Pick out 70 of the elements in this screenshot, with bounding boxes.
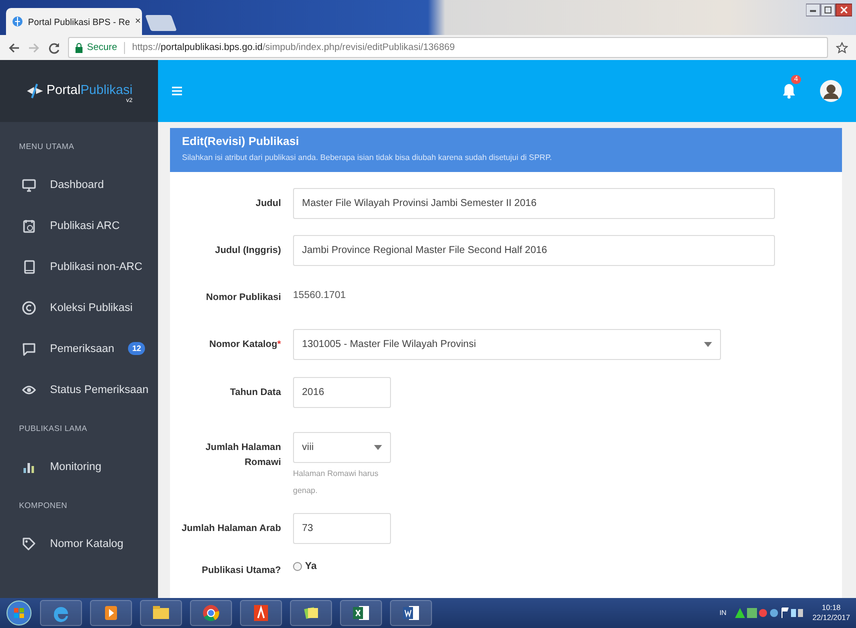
field-value: 15560.1701 bbox=[293, 289, 346, 301]
radio-button[interactable] bbox=[293, 562, 302, 571]
browser-tab[interactable]: Portal Publikasi BPS - Re × bbox=[6, 8, 142, 35]
text-field[interactable]: 2016 bbox=[293, 377, 391, 408]
sidebar-item[interactable]: Dashboard bbox=[0, 164, 158, 205]
sidebar-item[interactable]: Status Pemeriksaan bbox=[0, 369, 158, 410]
calendar-icon bbox=[22, 218, 36, 232]
card-subtitle: Silahkan isi atribut dari publikasi anda. Beberapa isian tidak bisa diubah karena sudah disetujui di SPRP. bbox=[182, 153, 553, 162]
pdf-app-icon bbox=[251, 603, 271, 623]
start-button-icon[interactable] bbox=[6, 600, 32, 626]
spreadsheet-app-icon bbox=[351, 603, 371, 623]
avatar-icon[interactable] bbox=[820, 80, 842, 102]
word-processor-icon bbox=[401, 603, 421, 623]
tag-icon bbox=[22, 536, 36, 550]
field-label: Judul bbox=[254, 197, 281, 211]
field-label: Nomor Publikasi bbox=[205, 291, 281, 305]
sidebar-item[interactable]: Nomor Katalog bbox=[0, 523, 158, 564]
count-badge: 12 bbox=[128, 342, 146, 355]
text-field[interactable]: Master File Wilayah Provinsi Jambi Semester II 2016 bbox=[293, 188, 775, 219]
caret-icon bbox=[704, 342, 712, 347]
menu-icon[interactable] bbox=[172, 86, 182, 96]
chat-bubble-icon bbox=[22, 342, 36, 356]
lock-icon bbox=[75, 42, 83, 52]
taskbar-app-button[interactable] bbox=[290, 600, 332, 626]
sidebar-section-heading: KOMPONEN bbox=[18, 500, 68, 512]
taskbar-app-button[interactable] bbox=[390, 600, 432, 626]
tray-icons-drawing[interactable] bbox=[734, 607, 804, 619]
taskbar-app-button[interactable] bbox=[340, 600, 382, 626]
url-text: https://portalpublikasi.bps.go.id/simpub/index.php/revisi/editPublikasi/136869 bbox=[132, 42, 455, 53]
field-label: Jumlah Halaman Romawi bbox=[204, 441, 281, 470]
book-icon bbox=[22, 260, 36, 274]
tab-close-button[interactable]: × bbox=[135, 16, 141, 27]
field-label: Jumlah Halaman Arab bbox=[180, 522, 281, 536]
caret-icon bbox=[374, 445, 382, 450]
sidebar-item[interactable]: Monitoring bbox=[0, 446, 158, 487]
new-tab-button[interactable] bbox=[145, 15, 177, 31]
sidebar-item[interactable]: Publikasi non-ARC bbox=[0, 246, 158, 287]
sidebar-section-heading: PUBLIKASI LAMA bbox=[18, 422, 88, 434]
address-bar[interactable]: Secure https://portalpublikasi.bps.go.id/simpub/index.php/revisi/editPublikasi/136869 bbox=[68, 37, 828, 58]
text-field[interactable]: Jambi Province Regional Master File Second Half 2016 bbox=[293, 235, 775, 266]
reload-icon[interactable] bbox=[48, 42, 60, 54]
chrome-icon bbox=[201, 603, 221, 623]
monitor-icon bbox=[22, 178, 36, 192]
text-field[interactable]: 73 bbox=[293, 513, 391, 544]
copyright-icon bbox=[22, 300, 36, 314]
tab-title: Portal Publikasi BPS - Re bbox=[28, 16, 130, 26]
back-arrow-icon[interactable] bbox=[8, 42, 20, 54]
help-text: Halaman Romawi harus genap. bbox=[293, 468, 380, 497]
window-controls-drawing[interactable] bbox=[806, 3, 852, 17]
dropdown-field[interactable]: viii bbox=[293, 432, 391, 463]
field-label: Publikasi Utama? bbox=[200, 564, 281, 578]
sidebar-section-heading: MENU UTAMA bbox=[18, 140, 76, 152]
taskbar-app-button[interactable] bbox=[90, 600, 132, 626]
field-label: Tahun Data bbox=[228, 386, 281, 400]
globe-icon bbox=[12, 16, 23, 27]
star-icon[interactable] bbox=[836, 42, 848, 54]
bell-icon[interactable] bbox=[782, 83, 796, 99]
sidebar-item[interactable]: Pemeriksaan 12 bbox=[0, 328, 158, 369]
security-label: Secure bbox=[87, 42, 118, 53]
logo-icon bbox=[26, 83, 44, 99]
card-title: Edit(Revisi) Publikasi bbox=[182, 136, 300, 148]
taskbar-app-button[interactable] bbox=[240, 600, 282, 626]
field-label: Judul (Inggris) bbox=[214, 244, 281, 258]
field-label: Nomor Katalog* bbox=[208, 338, 281, 352]
sidebar-item[interactable]: Koleksi Publikasi bbox=[0, 287, 158, 328]
dropdown-field[interactable]: 1301005 - Master File Wilayah Provinsi bbox=[293, 329, 721, 360]
taskbar-app-button[interactable] bbox=[140, 600, 182, 626]
radio-label: Ya bbox=[305, 561, 317, 572]
taskbar-app-button[interactable] bbox=[190, 600, 232, 626]
sidebar-item[interactable]: Publikasi ARC bbox=[0, 205, 158, 246]
